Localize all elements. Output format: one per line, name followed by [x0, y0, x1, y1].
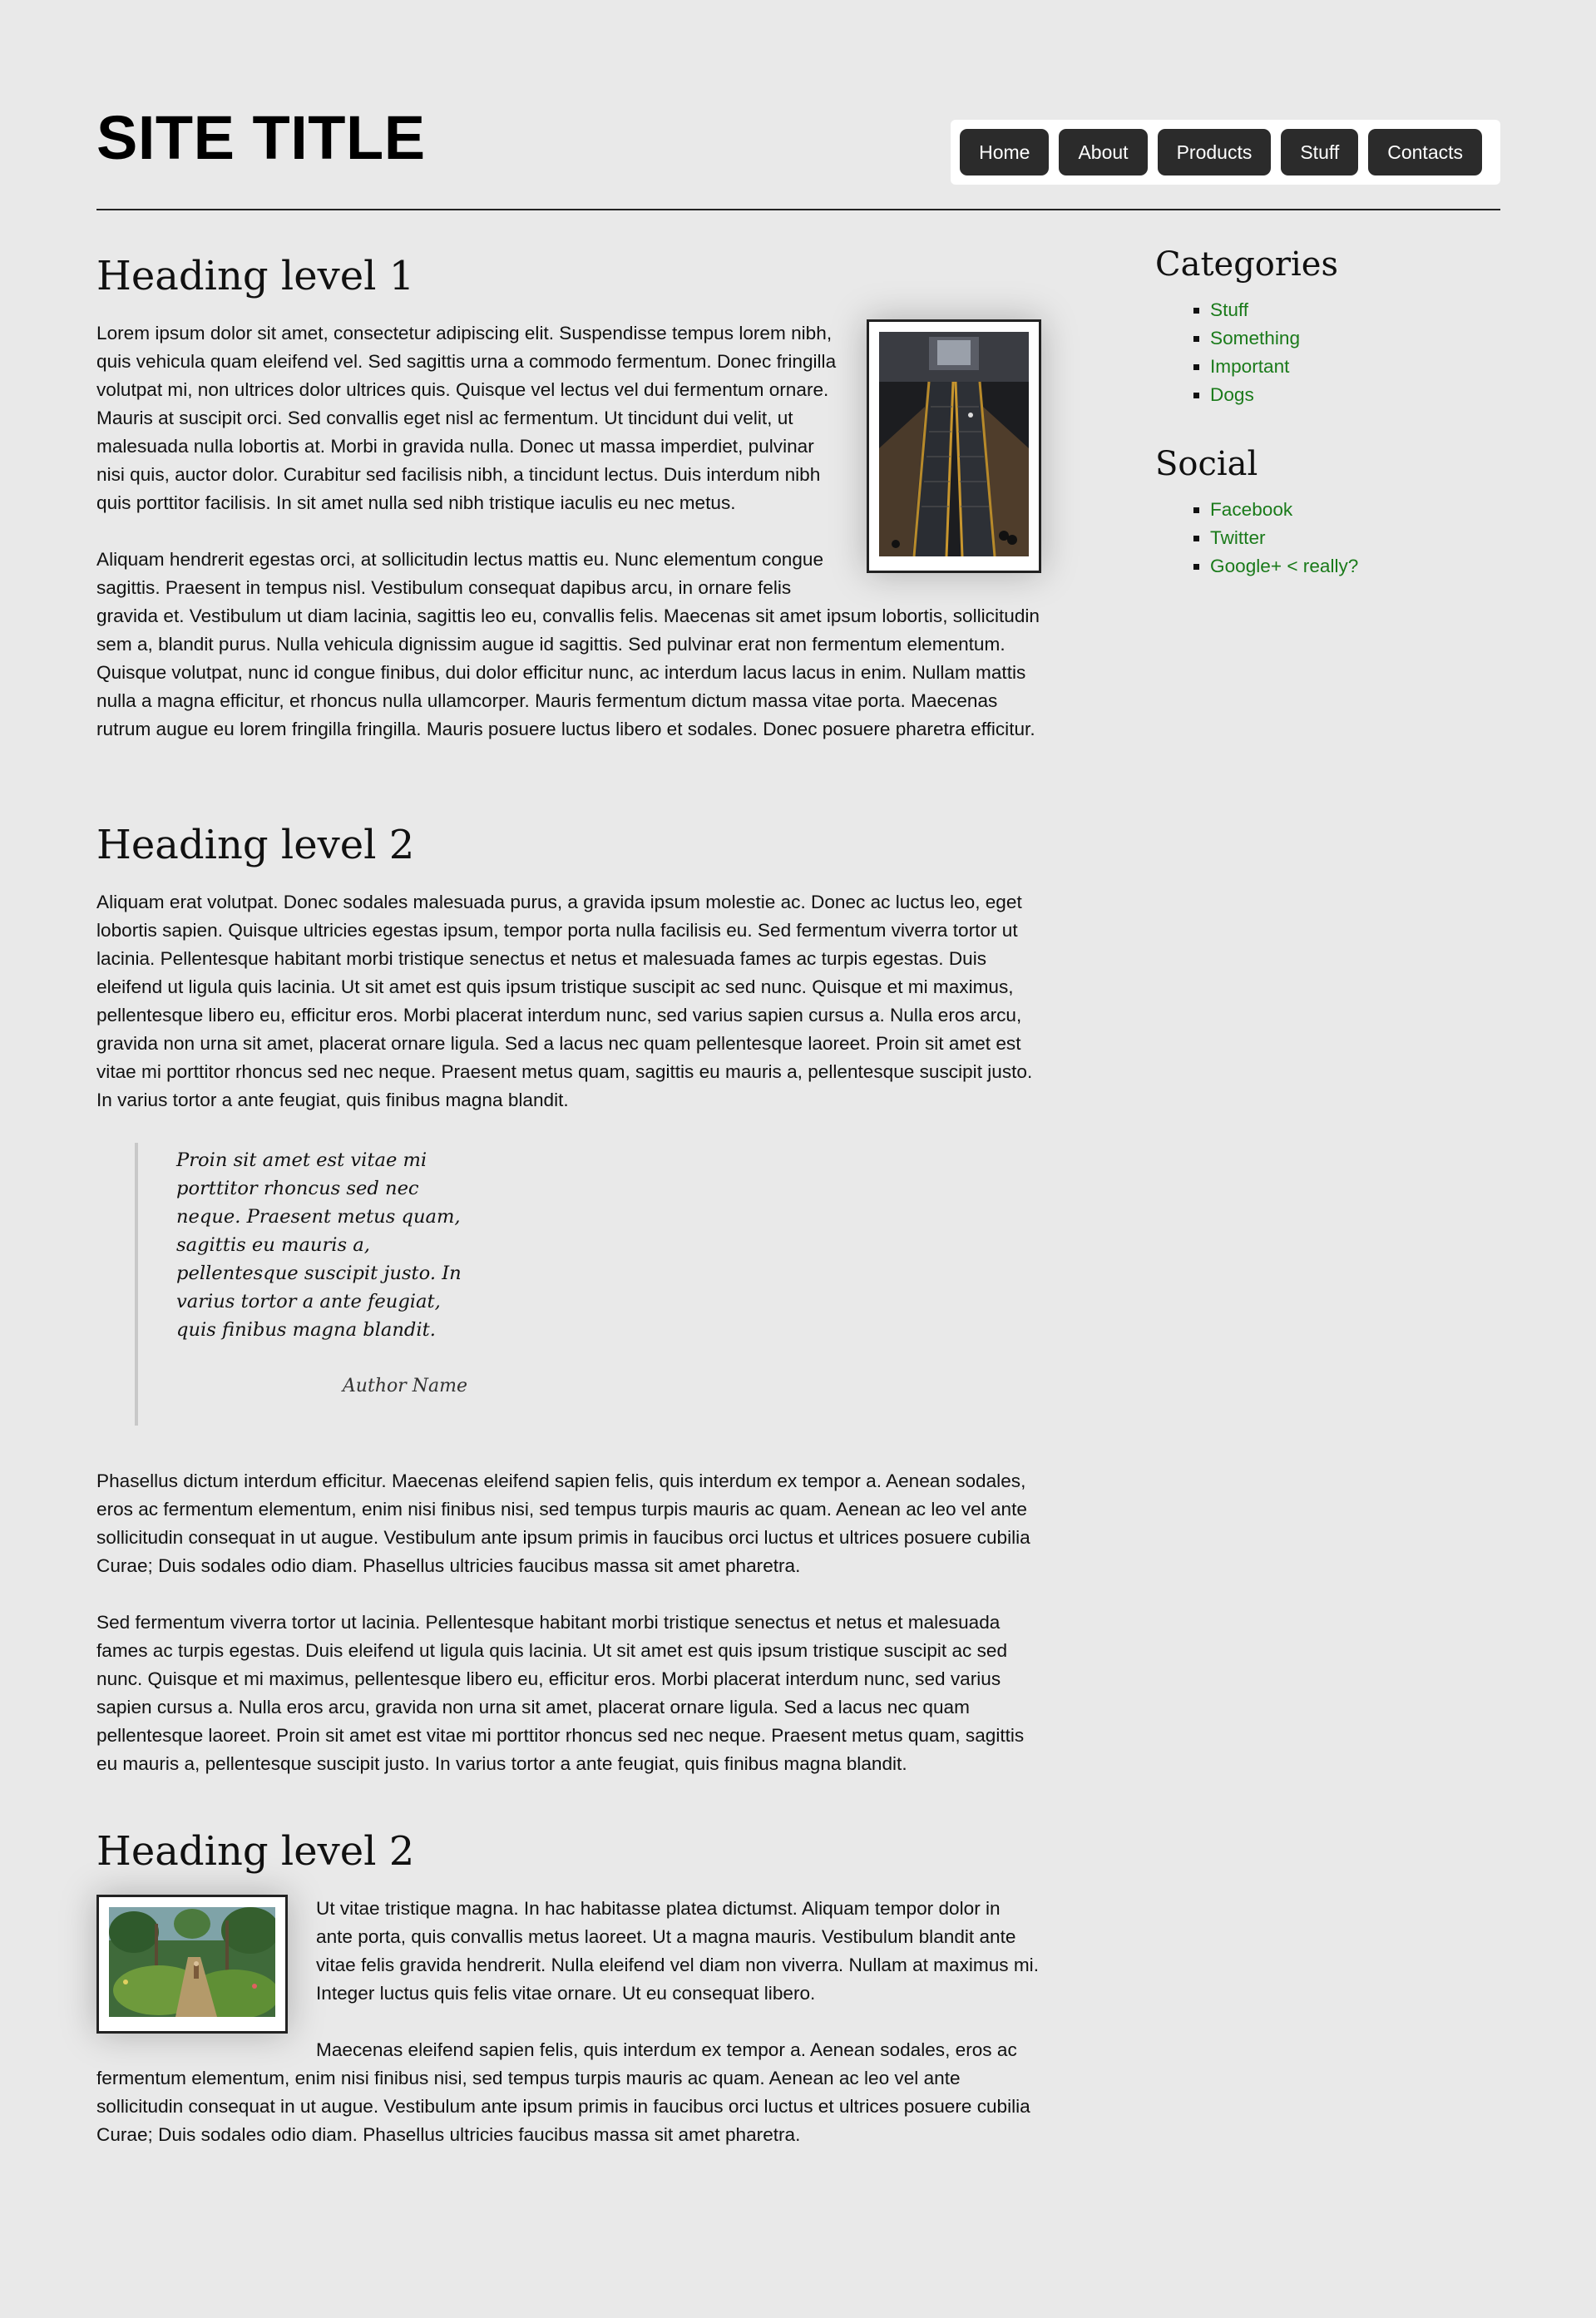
- heading-level-1: Heading level 1: [96, 253, 415, 299]
- list-item: Twitter: [1210, 524, 1500, 552]
- blockquote: Proin sit amet est vitae mi porttitor rh…: [135, 1143, 467, 1426]
- list-item: Important: [1210, 353, 1500, 381]
- paragraph: Phasellus dictum interdum efficitur. Mae…: [96, 1470, 1030, 1576]
- escalator-image: [879, 332, 1029, 557]
- sidebar-heading-categories: Categories: [1155, 245, 1338, 284]
- heading-level-2: Heading level 2: [96, 822, 415, 868]
- list-item: Facebook: [1210, 496, 1500, 524]
- quote-author: Author Name: [342, 1376, 467, 1396]
- paragraph: Aliquam hendrerit egestas orci, at solli…: [96, 549, 1040, 739]
- paragraph: Aliquam erat volutpat. Donec sodales mal…: [96, 892, 1033, 1110]
- paragraph: Maecenas eleifend sapien felis, quis int…: [96, 2039, 1030, 2145]
- escalator-photo: [867, 319, 1041, 573]
- category-link-something[interactable]: Something: [1210, 328, 1300, 348]
- garden-photo: [96, 1895, 288, 2034]
- categories-list: Stuff Something Important Dogs: [1155, 296, 1500, 409]
- heading-level-2: Heading level 2: [96, 1828, 415, 1875]
- nav-contacts-button[interactable]: Contacts: [1368, 129, 1482, 175]
- quote-text: Proin sit amet est vitae mi porttitor rh…: [176, 1149, 462, 1341]
- list-item: Something: [1210, 324, 1500, 353]
- paragraph: Sed fermentum viverra tortor ut lacinia.…: [96, 1612, 1025, 1774]
- category-link-dogs[interactable]: Dogs: [1210, 384, 1254, 405]
- sidebar: Categories Stuff Something Important Dog…: [1155, 241, 1500, 612]
- social-list: Facebook Twitter Google+ < really?: [1155, 496, 1500, 581]
- header-divider: [96, 209, 1500, 210]
- nav-about-button[interactable]: About: [1059, 129, 1148, 175]
- list-item: Stuff: [1210, 296, 1500, 324]
- nav-home-button[interactable]: Home: [960, 129, 1050, 175]
- nav-products-button[interactable]: Products: [1157, 129, 1272, 175]
- section-3: Heading level 2 Ut vitae tristique magna…: [96, 1825, 1041, 2177]
- sidebar-heading-social: Social: [1155, 445, 1258, 483]
- garden-image: [109, 1907, 279, 2019]
- category-link-important[interactable]: Important: [1210, 356, 1289, 377]
- site-title[interactable]: SITE TITLE: [96, 101, 426, 175]
- nav-stuff-button[interactable]: Stuff: [1281, 129, 1359, 175]
- social-link-googleplus[interactable]: Google+ < really?: [1210, 556, 1358, 576]
- section-2: Heading level 2 Aliquam erat volutpat. D…: [96, 818, 1041, 1778]
- social-link-facebook[interactable]: Facebook: [1210, 499, 1292, 520]
- list-item: Dogs: [1210, 381, 1500, 409]
- social-link-twitter[interactable]: Twitter: [1210, 527, 1266, 548]
- main-nav: Home About Products Stuff Contacts: [951, 120, 1500, 185]
- section-1: Heading level 1 Lorem ipsum dolor sit am…: [96, 250, 1041, 772]
- category-link-stuff[interactable]: Stuff: [1210, 299, 1248, 320]
- list-item: Google+ < really?: [1210, 552, 1500, 581]
- main-content: Heading level 1 Lorem ipsum dolor sit am…: [96, 250, 1041, 2224]
